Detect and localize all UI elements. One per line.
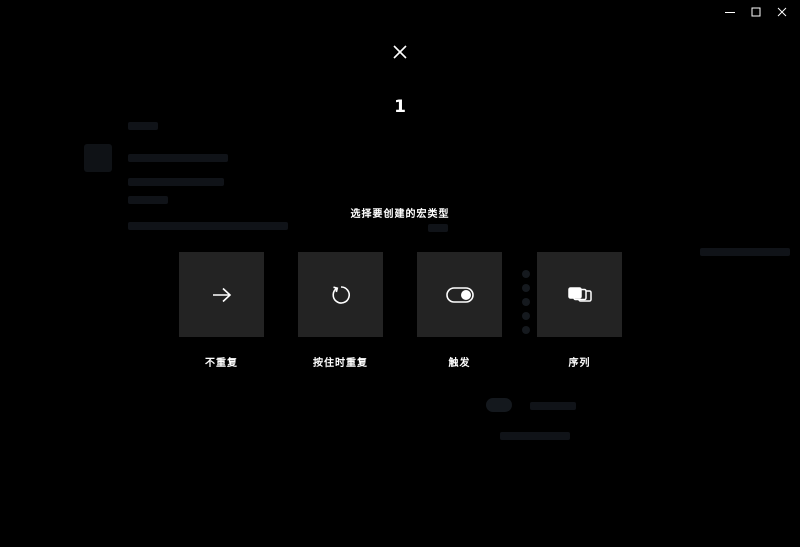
window-controls: [718, 4, 794, 20]
close-icon: [393, 45, 407, 59]
close-icon: [777, 7, 787, 17]
option-tile-no-repeat[interactable]: [179, 252, 264, 337]
minimize-icon: [725, 12, 735, 13]
background-dot: [522, 298, 530, 306]
background-text: [700, 248, 790, 256]
option-label: 触发: [448, 358, 471, 369]
maximize-button[interactable]: [744, 4, 768, 20]
background-dot: [522, 270, 530, 278]
repeat-icon: [331, 285, 350, 304]
option-label: 不重复: [205, 358, 238, 369]
option-toggle[interactable]: 触发: [417, 252, 502, 369]
option-label: 按住时重复: [313, 358, 368, 369]
option-no-repeat[interactable]: 不重复: [179, 252, 264, 369]
sequence-icon: [567, 286, 592, 302]
step-number: 1: [394, 97, 406, 117]
background-text: [128, 178, 224, 186]
toggle-icon: [445, 286, 474, 303]
background-text: [530, 402, 576, 410]
macro-type-overlay: 1 选择要创建的宏类型 不重复 按住时重复 触发 序列: [0, 0, 800, 547]
option-sequence[interactable]: 序列: [537, 252, 622, 369]
option-tile-sequence[interactable]: [537, 252, 622, 337]
option-tile-repeat-while-held[interactable]: [298, 252, 383, 337]
background-text: [500, 432, 570, 440]
background-text: [128, 222, 288, 230]
background-thumbnail: [84, 144, 112, 172]
dialog-close-button[interactable]: [388, 40, 412, 64]
background-dot: [522, 312, 530, 320]
background-text: [128, 154, 228, 162]
option-tile-toggle[interactable]: [417, 252, 502, 337]
background-dot: [522, 284, 530, 292]
background-toggle: [486, 398, 512, 412]
background-text: [428, 224, 448, 232]
background-app-content: [0, 0, 800, 547]
option-repeat-while-held[interactable]: 按住时重复: [298, 252, 383, 369]
background-dot: [522, 326, 530, 334]
option-label: 序列: [568, 358, 591, 369]
minimize-button[interactable]: [718, 4, 742, 20]
background-text: [128, 122, 158, 130]
dialog-prompt: 选择要创建的宏类型: [350, 209, 450, 220]
window-close-button[interactable]: [770, 4, 794, 20]
background-text: [128, 196, 168, 204]
maximize-icon: [751, 7, 761, 17]
arrow-right-icon: [212, 287, 231, 302]
